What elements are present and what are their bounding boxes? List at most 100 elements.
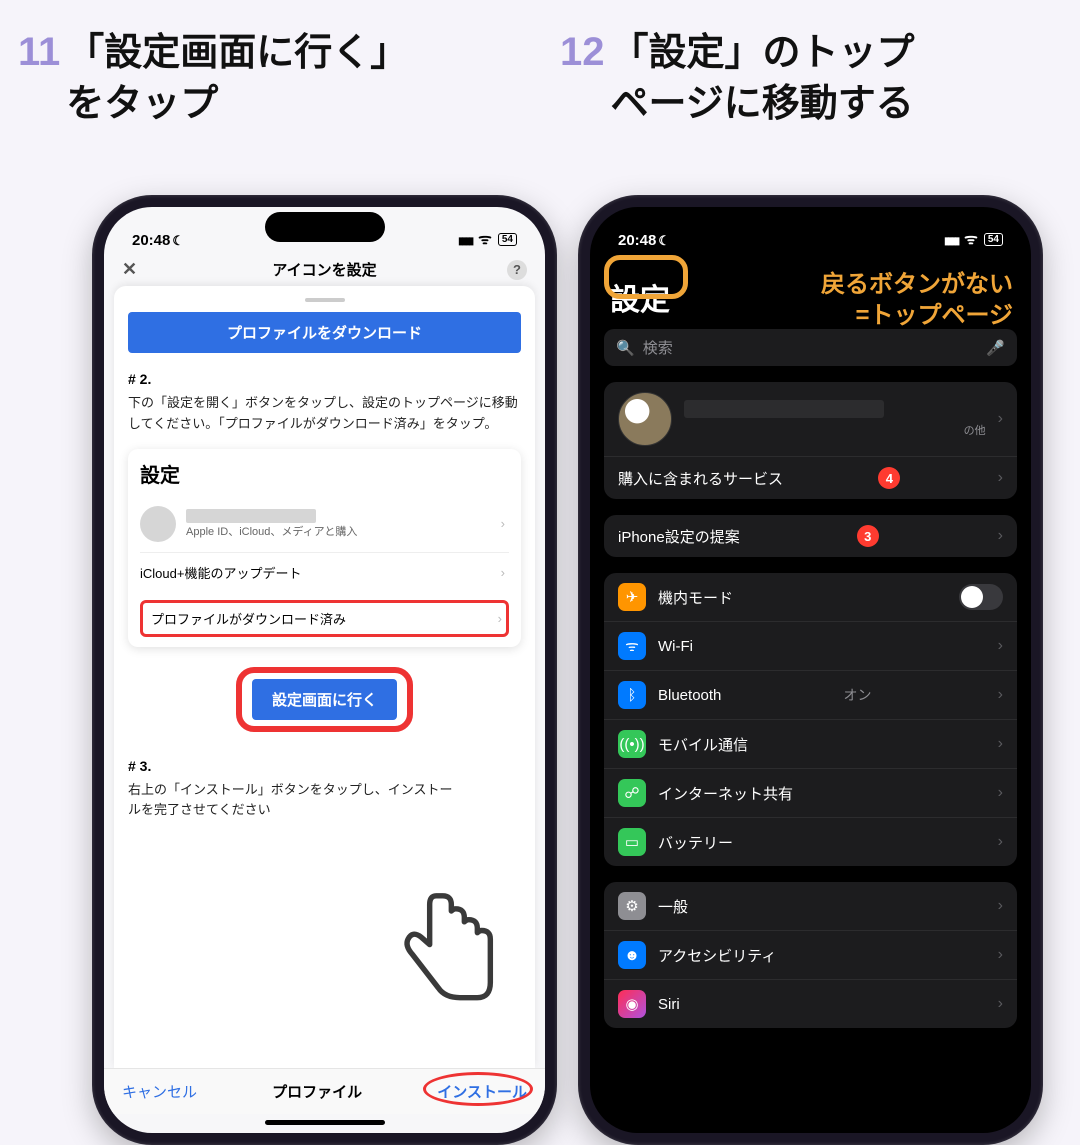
nav-bar: ✕ アイコンを設定 ? bbox=[104, 253, 545, 286]
row-label: 一般 bbox=[658, 896, 688, 917]
status-time: 20:48 bbox=[132, 232, 184, 249]
chevron-right-icon: › bbox=[998, 833, 1003, 851]
chevron-right-icon: › bbox=[498, 611, 502, 626]
hand-pointer-icon bbox=[392, 885, 502, 1015]
avatar bbox=[618, 392, 672, 446]
badge: 3 bbox=[857, 525, 879, 547]
highlight-oval bbox=[423, 1072, 533, 1106]
chevron-right-icon: › bbox=[998, 946, 1003, 964]
profile-downloaded-row[interactable]: プロファイルがダウンロード済み › bbox=[140, 600, 509, 637]
signal-icon bbox=[944, 231, 958, 248]
chevron-right-icon: › bbox=[998, 527, 1003, 545]
preview-profile-row[interactable]: Apple ID、iCloud、メディアと購入 › bbox=[140, 496, 509, 552]
cancel-button[interactable]: キャンセル bbox=[122, 1081, 197, 1102]
ic-bt-icon: ᛒ bbox=[618, 681, 646, 709]
step-text: 「設定」のトップ ページに移動する bbox=[611, 28, 915, 131]
ic-wifi-icon: ᯤ bbox=[618, 632, 646, 660]
profile-title: プロファイル bbox=[272, 1081, 362, 1102]
ic-gen-icon: ⚙ bbox=[618, 892, 646, 920]
chevron-right-icon: › bbox=[998, 469, 1003, 487]
ic-cell-icon: ((•)) bbox=[618, 730, 646, 758]
badge: 4 bbox=[878, 467, 900, 489]
settings-row[interactable]: ▭バッテリー› bbox=[604, 817, 1017, 866]
download-profile-button[interactable]: プロファイルをダウンロード bbox=[128, 312, 521, 353]
masked-name bbox=[186, 509, 316, 523]
general-group: ⚙ 一般 › ☻ アクセシビリティ › ◉ Siri › bbox=[604, 882, 1017, 1028]
mic-icon[interactable]: 🎤 bbox=[986, 339, 1005, 357]
apple-id-row[interactable]: の他 › bbox=[604, 382, 1017, 456]
masked-name bbox=[684, 400, 884, 418]
close-icon[interactable]: ✕ bbox=[122, 259, 137, 280]
purchase-services-row[interactable]: 購入に含まれるサービス 4 › bbox=[604, 456, 1017, 499]
profile-suffix: の他 bbox=[684, 422, 986, 438]
chevron-right-icon: › bbox=[501, 516, 505, 531]
connectivity-group: ✈機内モード ᯤ Wi-Fi › ᛒ Bluetooth オン › ((•)) モバイル通信 › ☍ イ… bbox=[604, 573, 1017, 866]
row-label: Wi-Fi bbox=[658, 638, 693, 655]
chevron-right-icon: › bbox=[998, 637, 1003, 655]
row-value: オン bbox=[844, 685, 872, 705]
status-right: ᯤ 54 bbox=[944, 229, 1003, 249]
row-label: アクセシビリティ bbox=[658, 945, 776, 966]
status-right: ᯤ 54 bbox=[458, 229, 517, 249]
chevron-right-icon: › bbox=[998, 410, 1003, 428]
chevron-right-icon: › bbox=[998, 897, 1003, 915]
phone-1: 20:48 ᯤ 54 ✕ アイコンを設定 ? プロファイルをダウンロード # 2… bbox=[92, 195, 557, 1145]
go-settings-button[interactable]: 設定画面に行く bbox=[252, 679, 397, 720]
chevron-right-icon: › bbox=[998, 784, 1003, 802]
chevron-right-icon: › bbox=[501, 565, 505, 580]
status-bar: 20:48 ᯤ 54 bbox=[590, 207, 1031, 253]
chevron-right-icon: › bbox=[998, 995, 1003, 1013]
toggle[interactable] bbox=[959, 584, 1003, 610]
step-12-heading: 12 「設定」のトップ ページに移動する bbox=[560, 28, 1060, 131]
ic-siri-icon: ◉ bbox=[618, 990, 646, 1018]
status-time: 20:48 bbox=[618, 232, 670, 249]
step-number: 11 bbox=[18, 28, 60, 76]
search-placeholder: 検索 bbox=[643, 337, 673, 358]
row-label: モバイル通信 bbox=[658, 734, 748, 755]
step3-text: 右上の「インストール」ボタンをタップし、インストールを完了させてください bbox=[128, 780, 521, 822]
search-input[interactable]: 🔍 検索 🎤 bbox=[604, 329, 1017, 366]
iphone-suggestions-row[interactable]: iPhone設定の提案 3 › bbox=[604, 515, 1017, 557]
grabber[interactable] bbox=[305, 298, 345, 302]
home-indicator[interactable] bbox=[265, 1120, 385, 1125]
battery-icon: 54 bbox=[984, 233, 1003, 246]
suggestion-group: iPhone設定の提案 3 › bbox=[604, 515, 1017, 557]
settings-row[interactable]: ☻ アクセシビリティ › bbox=[604, 930, 1017, 979]
settings-row[interactable]: ᯤ Wi-Fi › bbox=[604, 621, 1017, 670]
settings-row[interactable]: ⚙ 一般 › bbox=[604, 882, 1017, 930]
go-settings-highlight: 設定画面に行く bbox=[236, 667, 413, 732]
profile-group: の他 › 購入に含まれるサービス 4 › bbox=[604, 382, 1017, 499]
settings-row[interactable]: ✈機内モード bbox=[604, 573, 1017, 621]
screen-dark: 20:48 ᯤ 54 戻るボタンがない =トップページ 設定 🔍 検索 🎤 の他 bbox=[590, 207, 1031, 1133]
preview-sub: Apple ID、iCloud、メディアと購入 bbox=[186, 523, 357, 539]
step-number: 12 bbox=[560, 28, 605, 76]
settings-row[interactable]: ((•)) モバイル通信 › bbox=[604, 719, 1017, 768]
row-label: Bluetooth bbox=[658, 687, 721, 704]
chevron-right-icon: › bbox=[998, 735, 1003, 753]
step2-text: 下の「設定を開く」ボタンをタップし、設定のトップページに移動してください。「プロ… bbox=[128, 393, 521, 435]
search-icon: 🔍 bbox=[616, 339, 635, 357]
ic-hot-icon: ☍ bbox=[618, 779, 646, 807]
avatar bbox=[140, 506, 176, 542]
back-button-highlight bbox=[604, 255, 688, 299]
settings-row[interactable]: ᛒ Bluetooth オン › bbox=[604, 670, 1017, 719]
icloud-update-row[interactable]: iCloud+機能のアップデート › bbox=[140, 552, 509, 592]
row-label: Siri bbox=[658, 996, 680, 1013]
help-icon[interactable]: ? bbox=[507, 260, 527, 280]
chevron-right-icon: › bbox=[998, 686, 1003, 704]
settings-row[interactable]: ◉ Siri › bbox=[604, 979, 1017, 1028]
step-11-heading: 11 「設定画面に行く」 をタップ bbox=[18, 28, 538, 131]
annotation-text: 戻るボタンがない =トップページ bbox=[821, 269, 1013, 331]
ic-acc-icon: ☻ bbox=[618, 941, 646, 969]
settings-row[interactable]: ☍ インターネット共有 › bbox=[604, 768, 1017, 817]
step3-num: # 3. bbox=[128, 758, 521, 774]
ic-air-icon: ✈ bbox=[618, 583, 646, 611]
preview-title: 設定 bbox=[140, 459, 509, 488]
battery-icon: 54 bbox=[498, 233, 517, 246]
phone-2: 20:48 ᯤ 54 戻るボタンがない =トップページ 設定 🔍 検索 🎤 の他 bbox=[578, 195, 1043, 1145]
step-text: 「設定画面に行く」 をタップ bbox=[66, 28, 408, 131]
profile-install-bar: キャンセル プロファイル インストール bbox=[104, 1068, 545, 1114]
nav-title: アイコンを設定 bbox=[272, 259, 376, 280]
row-label: インターネット共有 bbox=[658, 783, 793, 804]
ic-bat-icon: ▭ bbox=[618, 828, 646, 856]
